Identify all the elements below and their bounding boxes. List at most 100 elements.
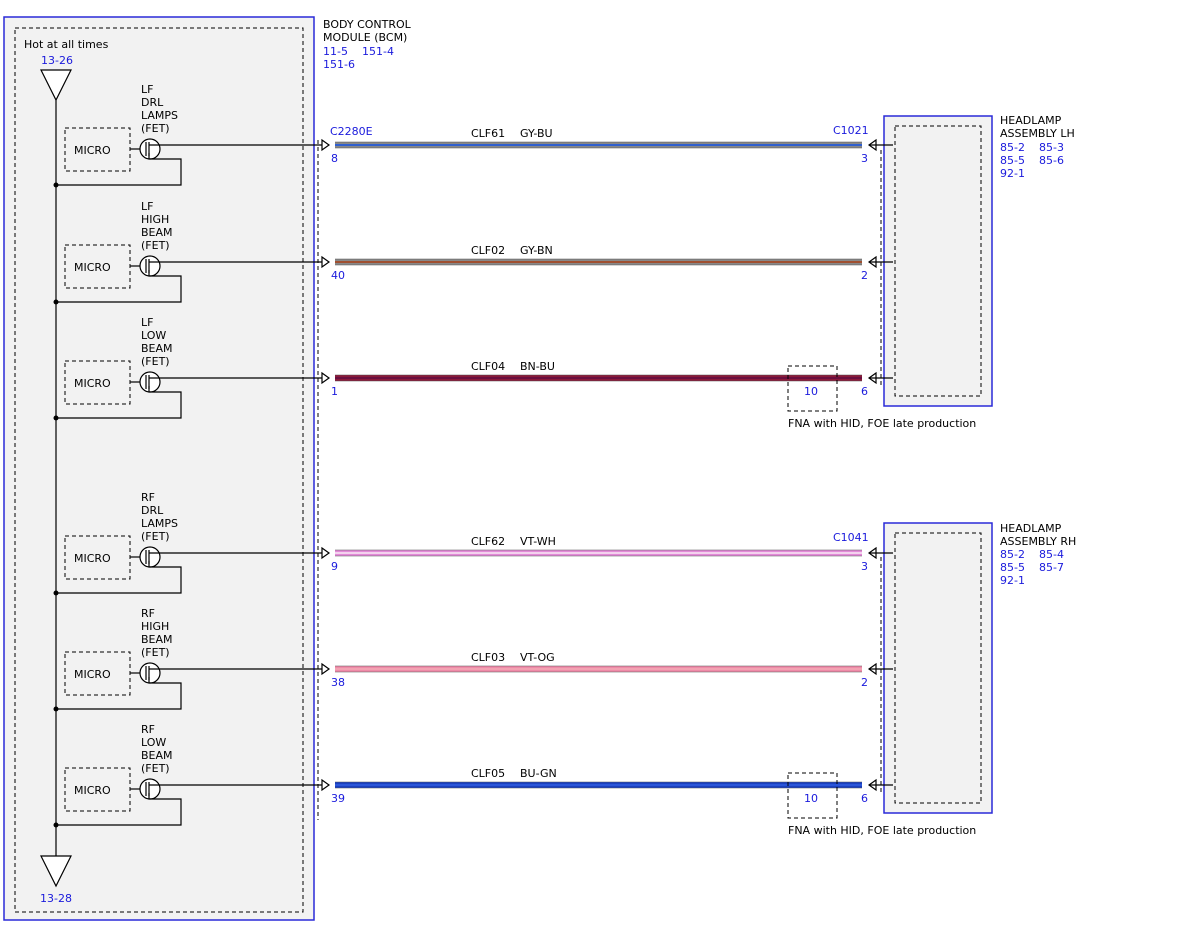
- function-label: (FET): [141, 530, 170, 543]
- headlamp-ref[interactable]: 85-5: [1000, 561, 1025, 574]
- rail-junction-dot: [53, 299, 59, 305]
- function-label: DRL: [141, 504, 164, 517]
- fet-transistor-icon: [139, 546, 161, 568]
- function-label: HIGH: [141, 620, 169, 633]
- headlamp-ref[interactable]: 85-4: [1039, 548, 1064, 561]
- harness-wire-stripe: [335, 144, 862, 146]
- bcm-pin-number: 40: [331, 269, 345, 282]
- wire-color-code: BU-GN: [520, 767, 557, 780]
- bcm-pin-arrow-icon: [321, 255, 331, 269]
- bcm-connector-label: C2280E: [330, 125, 373, 138]
- function-label: LOW: [141, 736, 166, 749]
- headlamp-lh-title-line1: HEADLAMP: [1000, 114, 1062, 127]
- bcm-ref[interactable]: 151-4: [362, 45, 394, 58]
- wire-color-code: GY-BU: [520, 127, 553, 140]
- function-label: (FET): [141, 239, 170, 252]
- wire-color-code: BN-BU: [520, 360, 555, 373]
- function-label: RF: [141, 607, 155, 620]
- headlamp-ref[interactable]: 92-1: [1000, 574, 1025, 587]
- function-label: HIGH: [141, 213, 169, 226]
- function-label: BEAM: [141, 342, 173, 355]
- wire-color-code: VT-WH: [520, 535, 556, 548]
- function-label: BEAM: [141, 749, 173, 762]
- circuit-number: CLF02: [471, 244, 505, 257]
- circuit-number: CLF61: [471, 127, 505, 140]
- bcm-pin-arrow-icon: [321, 546, 331, 560]
- top-ref: 13-26: [41, 54, 73, 67]
- bcm-pin-number: 39: [331, 792, 345, 805]
- bcm-pin-arrow-icon: [321, 371, 331, 385]
- inline-note: FNA with HID, FOE late production: [788, 824, 976, 837]
- headlamp-rh-box: [883, 522, 993, 814]
- fet-transistor-icon: [139, 255, 161, 277]
- headlamp-rh-connector-label: C1041: [833, 531, 869, 544]
- headlamp-ref[interactable]: 85-7: [1039, 561, 1064, 574]
- harness-wire-stripe: [335, 552, 862, 554]
- micro-label: MICRO: [74, 377, 111, 390]
- headlamp-ref[interactable]: 85-2: [1000, 141, 1025, 154]
- harness-wire-stripe: [335, 668, 862, 670]
- fet-transistor-icon: [139, 662, 161, 684]
- inline-pin-number: 10: [804, 385, 818, 398]
- function-label: LF: [141, 200, 153, 213]
- inline-pin-number: 10: [804, 792, 818, 805]
- micro-label: MICRO: [74, 144, 111, 157]
- rail-junction-dot: [53, 822, 59, 828]
- rail-junction-dot: [53, 182, 59, 188]
- lamp-pin-number: 3: [861, 152, 868, 165]
- function-label: LOW: [141, 329, 166, 342]
- wire-color-code: VT-OG: [520, 651, 555, 664]
- headlamp-ref[interactable]: 85-6: [1039, 154, 1064, 167]
- function-label: LF: [141, 316, 153, 329]
- function-label: BEAM: [141, 226, 173, 239]
- lamp-pin-number: 6: [861, 792, 868, 805]
- headlamp-ref[interactable]: 85-3: [1039, 141, 1064, 154]
- function-label: LAMPS: [141, 109, 178, 122]
- harness-wire-stripe: [335, 784, 862, 786]
- bcm-pin-number: 38: [331, 676, 345, 689]
- micro-label: MICRO: [74, 668, 111, 681]
- circuit-number: CLF03: [471, 651, 505, 664]
- bcm-title-line2: MODULE (BCM): [323, 31, 407, 44]
- circuit-number: CLF05: [471, 767, 505, 780]
- lamp-pin-number: 3: [861, 560, 868, 573]
- function-label: BEAM: [141, 633, 173, 646]
- bottom-ref: 13-28: [40, 892, 72, 905]
- micro-label: MICRO: [74, 261, 111, 274]
- lamp-pin-number: 6: [861, 385, 868, 398]
- micro-label: MICRO: [74, 784, 111, 797]
- micro-label: MICRO: [74, 552, 111, 565]
- headlamp-rh-title-line1: HEADLAMP: [1000, 522, 1062, 535]
- function-label: (FET): [141, 355, 170, 368]
- hot-label: Hot at all times: [24, 38, 109, 51]
- function-label: (FET): [141, 122, 170, 135]
- bcm-pin-number: 9: [331, 560, 338, 573]
- fet-transistor-icon: [139, 371, 161, 393]
- circuit-number: CLF04: [471, 360, 505, 373]
- headlamp-lh-connector-label: C1021: [833, 124, 869, 137]
- headlamp-ref[interactable]: 85-2: [1000, 548, 1025, 561]
- function-label: DRL: [141, 96, 164, 109]
- function-label: LAMPS: [141, 517, 178, 530]
- function-label: (FET): [141, 762, 170, 775]
- wiring-diagram: Hot at all times 13-26 CC DD 13-28 BODY …: [3, 16, 1076, 921]
- wire-color-code: GY-BN: [520, 244, 553, 257]
- lamp-pin-number: 2: [861, 676, 868, 689]
- bcm-pin-number: 1: [331, 385, 338, 398]
- headlamp-ref[interactable]: 85-5: [1000, 154, 1025, 167]
- headlamp-lh-title-line2: ASSEMBLY LH: [1000, 127, 1075, 140]
- harness-wire-stripe: [335, 261, 862, 263]
- function-label: RF: [141, 723, 155, 736]
- bcm-pin-arrow-icon: [321, 138, 331, 152]
- headlamp-lh-box: [883, 115, 993, 407]
- bcm-ref[interactable]: 151-6: [323, 58, 355, 71]
- harness-wire-stripe: [335, 377, 862, 379]
- bcm-pin-number: 8: [331, 152, 338, 165]
- lamp-pin-number: 2: [861, 269, 868, 282]
- bcm-ref[interactable]: 11-5: [323, 45, 348, 58]
- fet-transistor-icon: [139, 778, 161, 800]
- bcm-pin-arrow-icon: [321, 778, 331, 792]
- rail-junction-dot: [53, 706, 59, 712]
- headlamp-ref[interactable]: 92-1: [1000, 167, 1025, 180]
- function-label: LF: [141, 83, 153, 96]
